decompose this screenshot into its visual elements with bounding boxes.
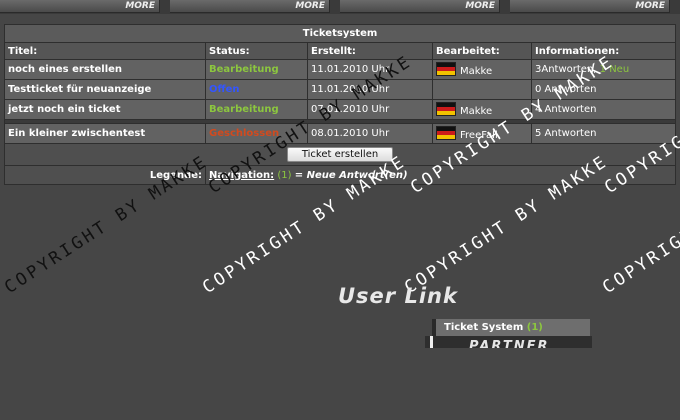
column-headers: Titel: Status: Erstellt: Bearbeitet: Inf… [4, 42, 677, 60]
ticket-system-label: Ticket System [444, 322, 524, 333]
ticket-title[interactable]: noch eines erstellen [4, 59, 206, 80]
ticket-info: 5 Antworten [530, 123, 677, 144]
ticket-editor [432, 79, 532, 100]
ticket-title[interactable]: jetzt noch ein ticket [4, 99, 206, 120]
partner-banner[interactable]: PARTNER [425, 336, 592, 348]
editor-name: Makke [460, 66, 493, 77]
ticket-system-count: (1) [526, 322, 543, 333]
column-header-title: Titel: [4, 42, 206, 60]
ticket-status: Bearbeitung [205, 99, 308, 120]
editor-name: Makke [460, 106, 493, 117]
more-button-3[interactable]: MORE [340, 0, 500, 13]
column-header-edited: Bearbeitet: [432, 42, 532, 60]
copyright-watermark: COPYRIGHT [599, 216, 680, 298]
ticket-system-link[interactable]: Ticket System (1) [432, 319, 590, 336]
column-header-created: Erstellt: [307, 42, 433, 60]
more-button-1[interactable]: MORE [0, 0, 160, 13]
ticket-created: 08.01.2010 Uhr [307, 123, 433, 144]
create-row: Ticket erstellen [3, 143, 677, 166]
column-header-status: Status: [205, 42, 308, 60]
partner-label: PARTNER [469, 339, 550, 348]
ticketsystem-title: Ticketsystem [3, 24, 677, 43]
closed-ticket-row[interactable]: Ein kleiner zwischentest Geschlossen 08.… [4, 123, 677, 144]
partner-edge [430, 336, 433, 348]
ticket-status: Bearbeitung [205, 59, 308, 80]
top-nav-bar: MORE MORE MORE MORE [0, 0, 680, 14]
german-flag-icon [436, 102, 456, 116]
create-ticket-button[interactable]: Ticket erstellen [286, 147, 394, 162]
ticket-editor: Makke [432, 59, 532, 80]
ticket-title[interactable]: Testticket für neuanzeige [4, 79, 206, 100]
german-flag-icon [436, 126, 456, 140]
more-button-2[interactable]: MORE [170, 0, 330, 13]
german-flag-icon [436, 62, 456, 76]
more-button-4[interactable]: MORE [510, 0, 670, 13]
ticket-status: Offen [205, 79, 308, 100]
ticket-title[interactable]: Ein kleiner zwischentest [4, 123, 206, 144]
legend-count: (1) [277, 169, 292, 181]
user-link-heading: User Link [338, 284, 458, 308]
